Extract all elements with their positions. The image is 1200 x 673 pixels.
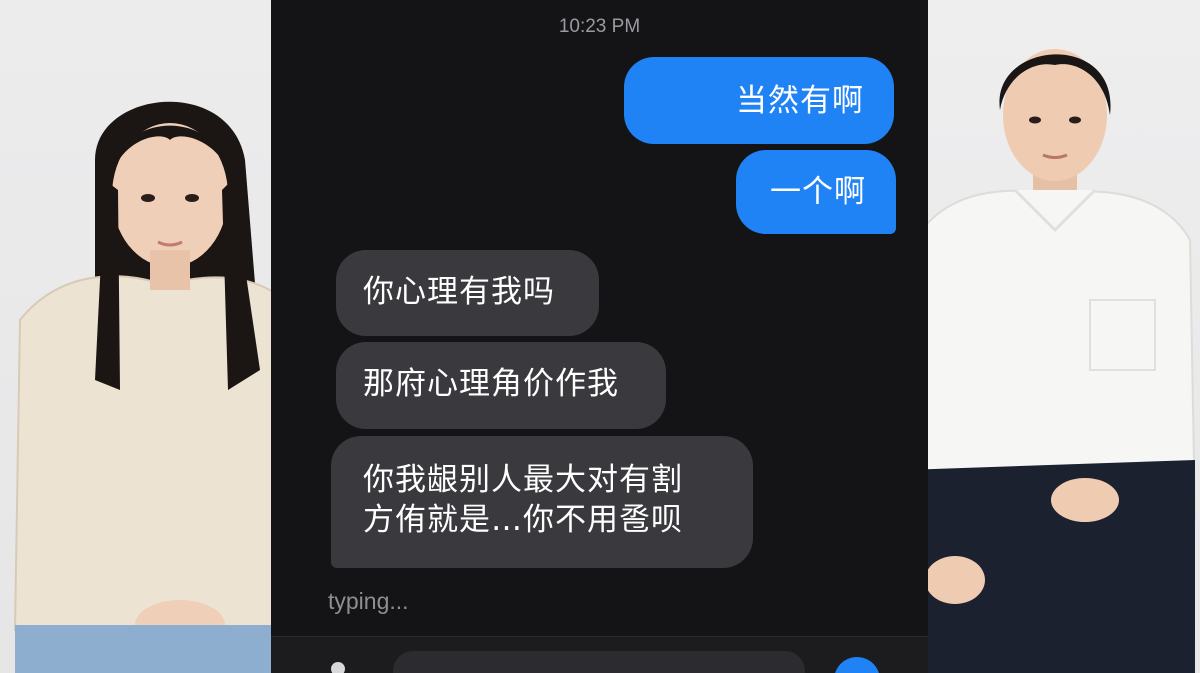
chat-window: 10:23 PM 当然有啊 一个啊 你心理有我吗 那府心理角价作我 你我龈别人最… — [271, 0, 928, 673]
outgoing-message-text: 当然有啊 — [736, 83, 864, 119]
incoming-message[interactable]: 你我龈别人最大对有割 方侑就是…你不用卺呗 — [331, 436, 753, 568]
incoming-message[interactable]: 那府心理角价作我 — [336, 342, 666, 429]
typing-indicator: typing... — [328, 588, 409, 614]
message-input[interactable] — [393, 651, 805, 673]
man-photo — [903, 49, 1197, 673]
outgoing-message[interactable]: 当然有啊 — [624, 57, 894, 144]
incoming-message[interactable]: 你心理有我吗 — [336, 250, 599, 336]
message-composer — [271, 636, 928, 673]
incoming-message-text: 方侑就是…你不用卺呗 — [363, 502, 683, 538]
incoming-message-text: 你心理有我吗 — [363, 274, 555, 310]
outgoing-message-text: 一个啊 — [770, 174, 866, 210]
message-timestamp: 10:23 PM — [558, 16, 641, 37]
outgoing-message[interactable]: 一个啊 — [736, 150, 896, 234]
incoming-message-text: 那府心理角价作我 — [363, 366, 619, 402]
send-icon[interactable] — [834, 657, 880, 673]
person-sticker-icon[interactable] — [323, 659, 353, 673]
incoming-message-text: 你我龈别人最大对有割 — [363, 462, 683, 498]
